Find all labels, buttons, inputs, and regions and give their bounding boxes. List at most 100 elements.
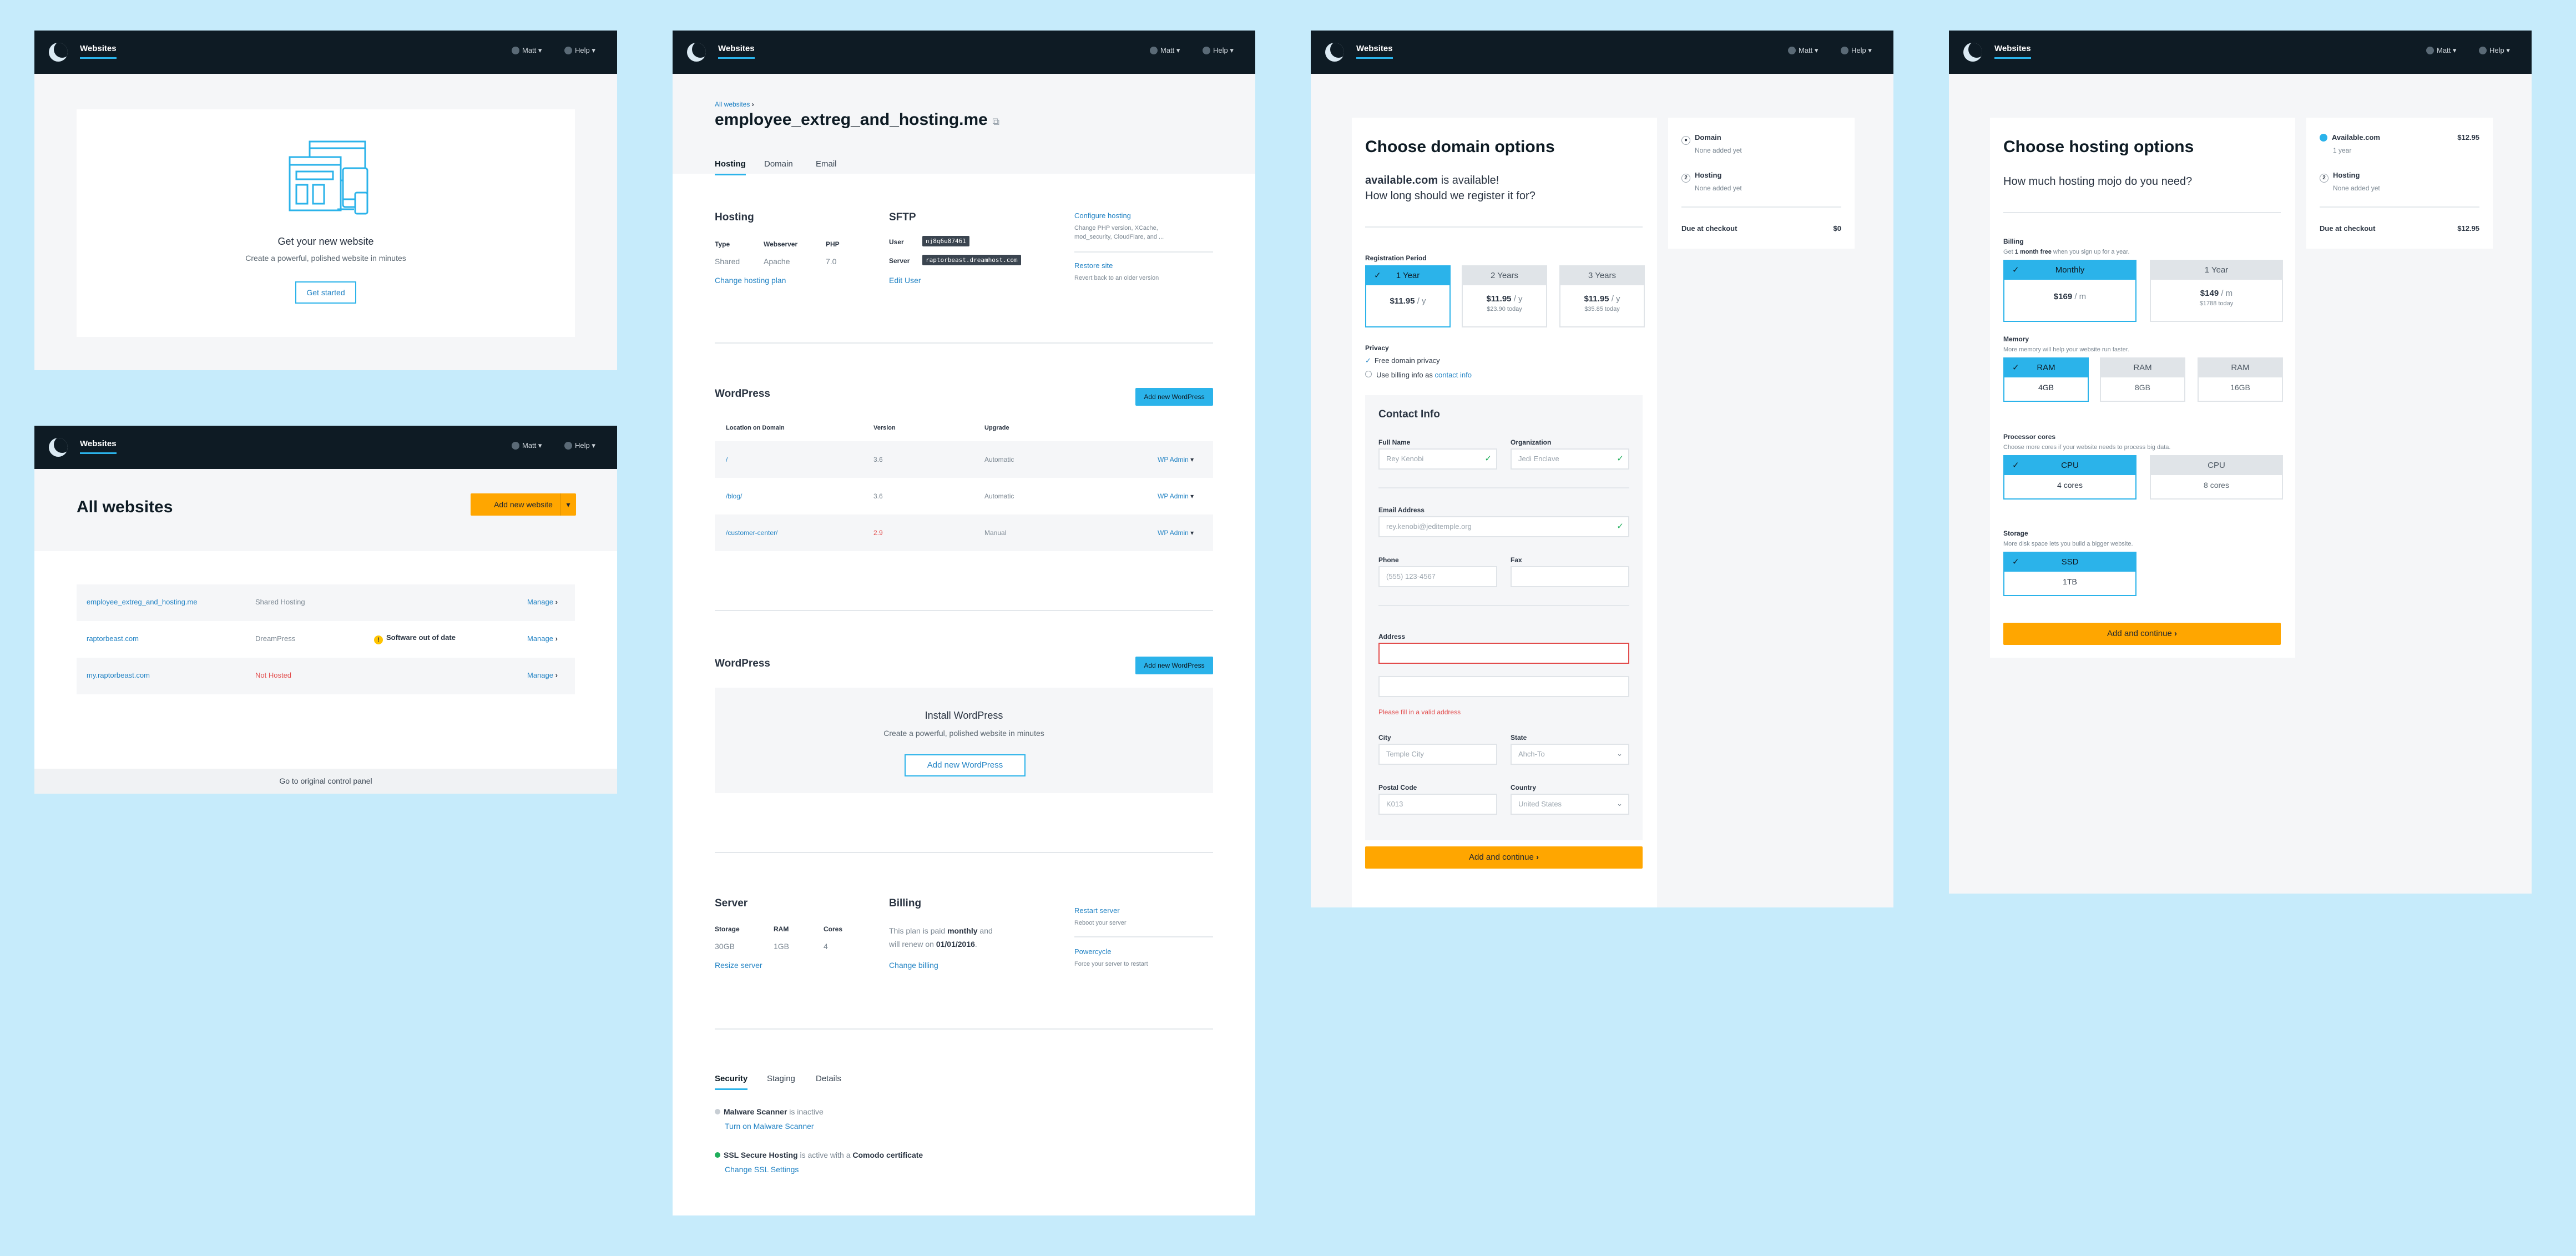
wp-location[interactable]: /customer-center/ [726,529,777,537]
change-hosting-plan-link[interactable]: Change hosting plan [715,276,786,285]
address-line2-field[interactable] [1378,676,1629,697]
wp-admin-link[interactable]: WP Admin ▾ [1158,529,1194,537]
dreamhost-logo-icon[interactable] [49,43,68,62]
tab-details[interactable]: Details [816,1074,841,1083]
breadcrumb[interactable]: All websites › [715,100,754,108]
external-link-icon[interactable]: ⧉ [992,116,999,127]
nav-websites[interactable]: Websites [1994,44,2031,59]
country-select[interactable]: United States ⌄ [1511,794,1629,815]
help-menu[interactable]: Help ▾ [564,46,595,55]
state-select[interactable]: Ahch-To ⌄ [1511,744,1629,765]
help-menu[interactable]: Help ▾ [1203,46,1234,55]
period-option-1-year[interactable]: ✓ 1 Year $11.95 / y [1365,265,1451,327]
option-value: 4GB [2038,383,2054,392]
dreamhost-logo-icon[interactable] [687,43,706,62]
phone-field[interactable]: (555) 123-4567 [1378,566,1497,587]
tab-domain[interactable]: Domain [764,159,793,169]
help-menu[interactable]: Help ▾ [564,441,595,450]
tab-email[interactable]: Email [816,159,837,169]
wp-location[interactable]: /blog/ [726,492,742,500]
table-row[interactable]: raptorbeast.com DreamPress ! Software out… [77,621,575,658]
manage-link[interactable]: Manage › [527,671,558,679]
organization-field[interactable]: Jedi Enclave ✓ [1511,448,1629,470]
full-name-field[interactable]: Rey Kenobi ✓ [1378,448,1497,470]
wp-admin-link[interactable]: WP Admin ▾ [1158,492,1194,500]
site-domain[interactable]: employee_extreg_and_hosting.me [87,598,197,606]
nav-websites[interactable]: Websites [718,44,755,59]
add-new-wordpress-button[interactable]: Add new WordPress [1135,657,1213,674]
privacy-free-option[interactable]: ✓ Free domain privacy [1365,356,1440,365]
cpu-option-8-cores[interactable]: CPU 8 cores [2150,455,2283,500]
nav-websites[interactable]: Websites [80,44,117,59]
change-billing-link[interactable]: Change billing [889,961,938,970]
restore-site-link[interactable]: Restore site [1074,261,1113,270]
tab-staging[interactable]: Staging [767,1074,795,1083]
nav-websites[interactable]: Websites [1356,44,1393,59]
site-domain[interactable]: raptorbeast.com [87,634,139,643]
site-domain[interactable]: my.raptorbeast.com [87,671,150,679]
fax-field[interactable] [1511,566,1629,587]
turn-on-malware-link[interactable]: Turn on Malware Scanner [725,1122,814,1131]
storage-option-1tb[interactable]: ✓ SSD 1TB [2003,552,2136,596]
user-menu[interactable]: Matt ▾ [1788,46,1818,55]
chevron-down-icon[interactable]: ▾ [1190,492,1194,500]
manage-link[interactable]: Manage › [527,634,558,643]
chevron-down-icon[interactable]: ▾ [1190,456,1194,463]
powercycle-link[interactable]: Powercycle [1074,947,1111,956]
period-option-2-years[interactable]: 2 Years $11.95 / y $23.90 today [1462,265,1547,327]
email-field[interactable]: rey.kenobi@jeditemple.org ✓ [1378,516,1629,537]
nav-websites[interactable]: Websites [80,439,117,454]
city-field[interactable]: Temple City [1378,744,1497,765]
privacy-billing-option[interactable]: Use billing info as contact info [1365,371,1472,379]
wp-admin-link[interactable]: WP Admin ▾ [1158,456,1194,463]
help-menu[interactable]: Help ▾ [1841,46,1872,55]
change-ssl-link[interactable]: Change SSL Settings [725,1165,799,1174]
add-new-website-button[interactable]: Add new website ▾ [471,493,576,516]
billing-option-monthly[interactable]: ✓ Monthly $169 / m [2003,260,2136,322]
checkmark-icon[interactable]: ✓ [1365,356,1371,365]
add-and-continue-button[interactable]: Add and continue › [1365,846,1643,869]
dreamhost-logo-icon[interactable] [1325,43,1344,62]
server-storage: 30GB [715,942,735,951]
button-label: Add and continue [2107,629,2172,638]
memory-label: Memory [2003,335,2029,343]
dreamhost-logo-icon[interactable] [49,438,68,457]
original-control-panel-link[interactable]: Go to original control panel [34,769,617,794]
user-menu[interactable]: Matt ▾ [1150,46,1180,55]
user-menu[interactable]: Matt ▾ [512,46,542,55]
user-menu[interactable]: Matt ▾ [2426,46,2456,55]
address-line1-field[interactable] [1378,643,1629,664]
install-wordpress-button[interactable]: Add new WordPress [905,754,1026,776]
sftp-user[interactable]: nj8q6u87461 [922,236,969,246]
chevron-down-icon[interactable]: ▾ [560,493,576,516]
user-avatar-icon [1788,47,1796,54]
table-row[interactable]: employee_extreg_and_hosting.me Shared Ho… [77,584,575,621]
wp-location[interactable]: / [726,456,728,463]
postal-code-field[interactable]: K013 [1378,794,1497,815]
page-title: employee_extreg_and_hosting.me ⧉ [715,110,999,129]
add-new-wordpress-button[interactable]: Add new WordPress [1135,388,1213,406]
tab-security[interactable]: Security [715,1074,748,1090]
cpu-option-4-cores[interactable]: ✓ CPU 4 cores [2003,455,2136,500]
billing-option-1-year[interactable]: 1 Year $149 / m $1788 today [2150,260,2283,322]
restart-server-link[interactable]: Restart server [1074,906,1120,915]
help-menu[interactable]: Help ▾ [2479,46,2510,55]
chevron-down-icon[interactable]: ▾ [1190,529,1194,537]
configure-hosting-link[interactable]: Configure hosting [1074,211,1131,220]
edit-user-link[interactable]: Edit User [889,276,921,285]
memory-option-16gb[interactable]: RAM 16GB [2198,357,2283,402]
sftp-server[interactable]: raptorbeast.dreamhost.com [922,255,1021,265]
memory-option-8gb[interactable]: RAM 8GB [2100,357,2185,402]
manage-link[interactable]: Manage › [527,598,558,606]
add-and-continue-button[interactable]: Add and continue › [2003,623,2281,645]
radio-icon[interactable] [1365,371,1372,377]
tab-hosting[interactable]: Hosting [715,159,746,175]
dreamhost-logo-icon[interactable] [1963,43,1982,62]
memory-option-4gb[interactable]: ✓ RAM 4GB [2003,357,2089,402]
contact-info-link[interactable]: contact info [1435,371,1472,379]
table-row[interactable]: my.raptorbeast.com Not Hosted Manage › [77,658,575,694]
get-started-button[interactable]: Get started [295,281,356,304]
user-menu[interactable]: Matt ▾ [512,441,542,450]
resize-server-link[interactable]: Resize server [715,961,762,970]
period-option-3-years[interactable]: 3 Years $11.95 / y $35.85 today [1559,265,1645,327]
